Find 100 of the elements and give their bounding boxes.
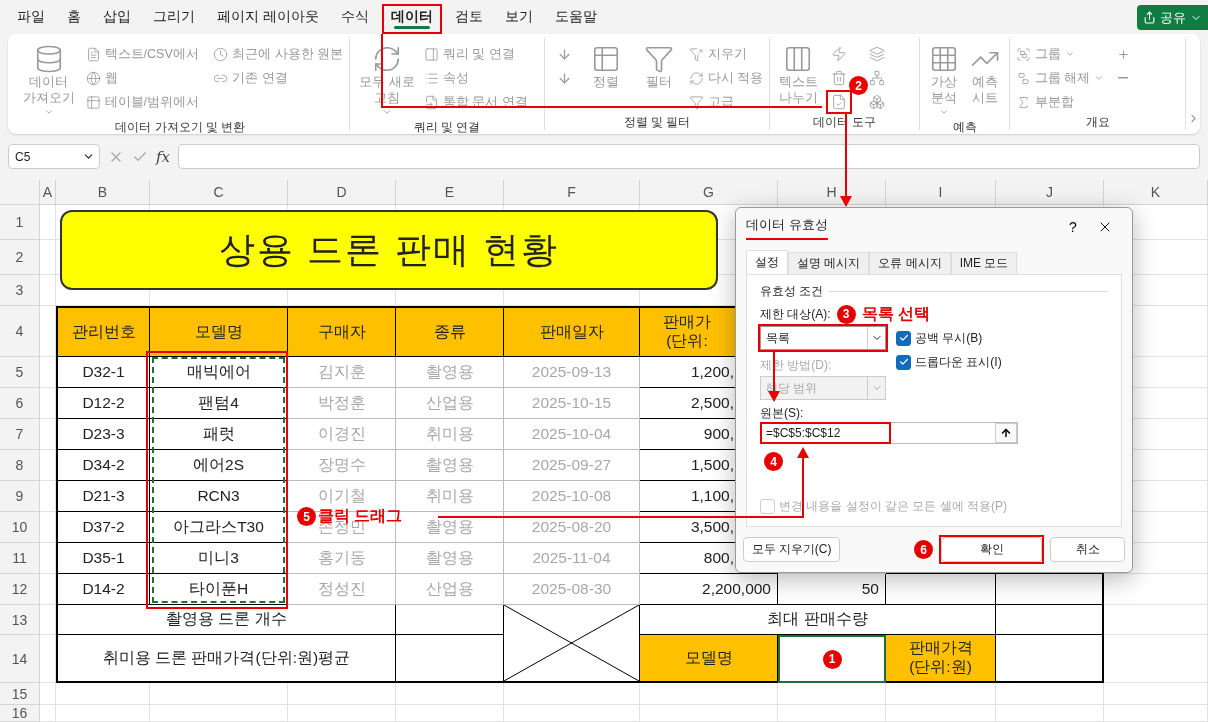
table-cell: 2025-08-20 <box>504 512 640 543</box>
menu-tab[interactable]: 삽입 <box>92 0 142 34</box>
refresh-icon <box>688 70 704 86</box>
table-cell: 판매가격 (단위:원) <box>886 635 996 683</box>
share-button[interactable]: 공유 <box>1137 5 1208 30</box>
column-header[interactable]: B <box>56 180 150 205</box>
table-cell: 이경진 <box>288 419 396 450</box>
menu-tab[interactable]: 보기 <box>493 0 544 34</box>
row-header[interactable]: 1 <box>0 205 40 240</box>
column-header[interactable]: A <box>40 180 56 205</box>
table-cell: 정성진 <box>288 574 396 605</box>
row-header[interactable]: 4 <box>0 306 40 357</box>
dialog-tab[interactable]: 설명 메시지 <box>788 252 870 274</box>
table-cell: 촬영용 <box>396 450 504 481</box>
menu-tab[interactable]: 파일 <box>6 0 56 34</box>
column-header[interactable]: H <box>778 180 886 205</box>
arrow-up-icon <box>1000 427 1012 439</box>
name-box[interactable]: C5 <box>8 144 100 169</box>
row-header[interactable]: 16 <box>0 705 40 722</box>
row-header[interactable]: 7 <box>0 419 40 450</box>
table-cell: 2025-10-04 <box>504 419 640 450</box>
network-icon <box>869 70 885 86</box>
column-header[interactable]: C <box>150 180 288 205</box>
cell-reference: C5 <box>15 149 31 164</box>
table-cell: 취미용 드론 판매가격(단위:원)평균 <box>56 635 396 683</box>
ok-button[interactable]: 확인 <box>941 537 1042 562</box>
menu-tab[interactable]: 홈 <box>56 0 92 34</box>
cancel-button[interactable]: 취소 <box>1050 537 1125 562</box>
column-header[interactable]: J <box>996 180 1104 205</box>
row-header[interactable]: 5 <box>0 357 40 388</box>
clock-icon <box>213 46 229 62</box>
row-header[interactable]: 10 <box>0 512 40 543</box>
table-header: 모델명 <box>150 306 288 357</box>
title-banner: 상용 드론 판매 현황 <box>60 210 718 290</box>
step-badge: 3 <box>836 304 856 324</box>
row-header[interactable]: 14 <box>0 635 40 683</box>
check-icon <box>898 333 909 343</box>
table-cell: 김지훈 <box>288 357 396 388</box>
checkbox-option[interactable]: 공백 무시(B) <box>896 326 1002 350</box>
column-header[interactable]: K <box>1104 180 1208 205</box>
table-cell: D14-2 <box>56 574 150 605</box>
menu-tab[interactable]: 검토 <box>443 0 494 34</box>
ribbon-group-label: 개요 <box>1084 114 1111 131</box>
menu-tab[interactable]: 도움말 <box>543 0 608 34</box>
allow-select[interactable]: 목록 <box>760 326 886 350</box>
menu-tab[interactable]: 수식 <box>329 0 380 34</box>
row-header[interactable]: 15 <box>0 683 40 705</box>
row-header[interactable]: 11 <box>0 543 40 574</box>
formula-field[interactable] <box>178 144 1200 169</box>
row-header[interactable]: 6 <box>0 388 40 419</box>
section-title: 유효성 조건 <box>760 282 824 300</box>
table-cell: 촬영용 <box>396 357 504 388</box>
share-icon <box>1143 11 1156 24</box>
column-header[interactable]: G <box>640 180 778 205</box>
dialog-tab[interactable]: 설정 <box>746 250 788 274</box>
row-header[interactable]: 2 <box>0 240 40 275</box>
table-cell: 2025-08-30 <box>504 574 640 605</box>
insert-function-button[interactable]: fx <box>156 147 170 166</box>
checkbox[interactable] <box>896 354 911 370</box>
source-field[interactable]: =$C$5:$C$12 <box>760 422 1018 444</box>
row-header[interactable]: 3 <box>0 275 40 306</box>
step-badge: 6 <box>914 540 933 559</box>
menu-tab[interactable]: 페이지 레이아웃 <box>206 0 330 34</box>
column-header[interactable]: F <box>504 180 640 205</box>
arrow-down-icon <box>556 46 572 62</box>
checkbox-option[interactable]: 드롭다운 표시(I) <box>896 350 1002 374</box>
data-validation-button[interactable] <box>826 90 852 114</box>
table-cell: 50 <box>778 574 886 605</box>
collapse-dialog-button[interactable] <box>995 423 1017 443</box>
column-header[interactable]: I <box>886 180 996 205</box>
menu-tab[interactable]: 데이터 <box>379 0 444 34</box>
table-cell: 촬영용 <box>396 543 504 574</box>
menu-tab[interactable]: 그리기 <box>142 0 206 34</box>
dialog-title: 데이터 유효성 <box>746 213 828 240</box>
row-header[interactable]: 8 <box>0 450 40 481</box>
minus-icon <box>1118 77 1129 79</box>
help-button[interactable]: ? <box>1058 217 1088 236</box>
file-link-icon <box>424 94 439 110</box>
row-header[interactable]: 9 <box>0 481 40 512</box>
checkbox[interactable] <box>896 330 911 346</box>
table-header: 종류 <box>396 306 504 357</box>
active-cell[interactable]: 1 <box>778 635 886 683</box>
table-cell: D35-1 <box>56 543 150 574</box>
dialog-tab[interactable]: IME 모드 <box>950 252 1018 274</box>
table-cell: 2025-10-15 <box>504 388 640 419</box>
column-header[interactable]: D <box>288 180 396 205</box>
ribbon-group-label: 예측 <box>951 118 978 136</box>
column-header[interactable]: E <box>396 180 504 205</box>
table-cell: 2025-11-04 <box>504 543 640 574</box>
table-cell: D23-3 <box>56 419 150 450</box>
funnel-icon <box>644 44 675 74</box>
row-header[interactable]: 13 <box>0 605 40 635</box>
select-all-corner[interactable] <box>0 180 40 205</box>
arrow-down-icon <box>556 70 572 86</box>
ribbon-group-label: 쿼리 및 연결 <box>412 118 482 136</box>
table-cell: 2025-09-27 <box>504 450 640 481</box>
data-validation-icon <box>831 94 847 110</box>
clear-all-button[interactable]: 모두 지우기(C) <box>743 537 840 562</box>
row-header[interactable]: 12 <box>0 574 40 605</box>
dialog-tab[interactable]: 오류 메시지 <box>869 252 951 274</box>
